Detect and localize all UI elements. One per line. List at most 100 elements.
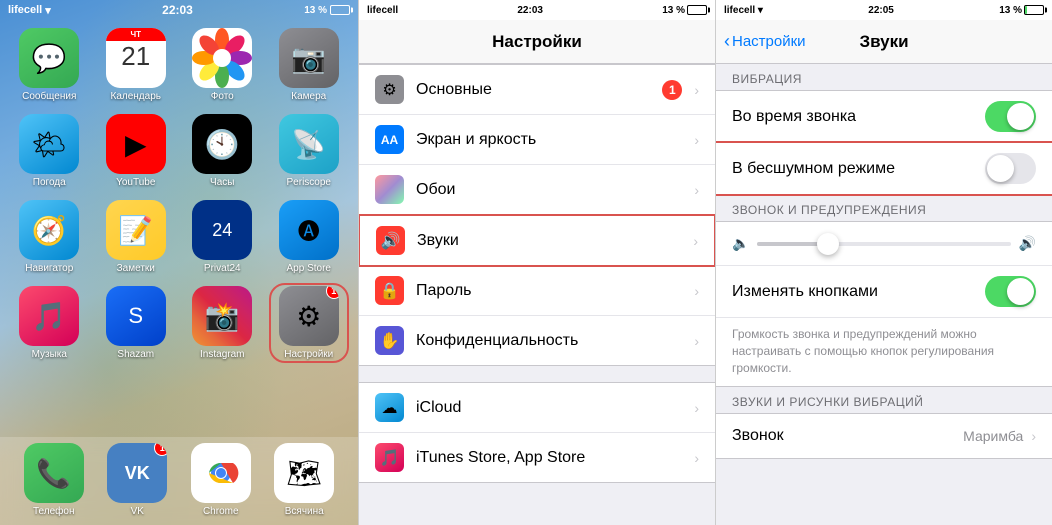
photos-icon	[192, 28, 252, 88]
password-icon: 🔒	[375, 276, 404, 305]
status-right: 13 %	[304, 5, 350, 16]
messages-icon: 💬	[19, 28, 79, 88]
app-youtube[interactable]: ▶ YouTube	[99, 114, 174, 188]
battery-text: 13 %	[304, 5, 327, 16]
navigator-label: Навигатор	[25, 263, 73, 274]
app-navigator[interactable]: 🧭 Навигатор	[12, 200, 87, 274]
weather-icon: 🌤	[19, 114, 79, 174]
phone-label: Телефон	[33, 506, 74, 517]
app-periscope[interactable]: 📡 Periscope	[272, 114, 347, 188]
icloud-chevron: ›	[694, 400, 699, 416]
status-left: lifecell ▾	[8, 4, 51, 17]
zvonok-label: Звонок	[732, 427, 963, 445]
appstore-icon: 🅐	[279, 200, 339, 260]
change-with-buttons-info: Громкость звонка и предупреждений можно …	[716, 318, 1052, 386]
app-appstore[interactable]: 🅐 App Store	[272, 200, 347, 274]
app-shazam[interactable]: S Shazam	[99, 286, 174, 360]
dock: 📞 Телефон VK 1 VK Chrome	[0, 437, 358, 525]
vibration-silent-toggle[interactable]	[985, 153, 1036, 184]
calendar-icon: ЧТ 21	[106, 28, 166, 88]
vibration-silent-row[interactable]: В бесшумном режиме	[716, 143, 1052, 194]
s3-carrier: lifecell ▾	[724, 5, 763, 16]
app-privat[interactable]: 24 Privat24	[185, 200, 260, 274]
settings-screen: lifecell 22:03 13 % Настройки ⚙ Основные…	[358, 0, 716, 525]
appstore-label: App Store	[287, 263, 331, 274]
settings-badge: 1	[326, 286, 339, 299]
osnov-icon: ⚙	[375, 75, 404, 104]
itunes-label: iTunes Store, App Store	[416, 449, 690, 467]
app-messages[interactable]: 💬 Сообщения	[12, 28, 87, 102]
home-screen: lifecell ▾ 22:03 13 % 💬 Сообщения ЧТ 21 …	[0, 0, 358, 525]
s3-battery-icon	[1024, 5, 1044, 15]
change-with-buttons-toggle[interactable]	[985, 276, 1036, 307]
volume-slider-thumb[interactable]	[817, 233, 839, 255]
itunes-chevron: ›	[694, 450, 699, 466]
settings-row-osnov[interactable]: ⚙ Основные 1 ›	[359, 65, 715, 115]
sounds-section: Звонок Маримба ›	[716, 413, 1052, 459]
privat-label: Privat24	[204, 263, 241, 274]
music-label: Музыка	[32, 349, 67, 360]
battery-icon	[330, 5, 350, 15]
zvonok-chevron: ›	[1031, 428, 1036, 444]
app-weather[interactable]: 🌤 Погода	[12, 114, 87, 188]
screen-chevron: ›	[694, 132, 699, 148]
maps-label: Всячина	[285, 506, 324, 517]
osnov-badge: 1	[662, 80, 682, 100]
clock-icon: 🕙	[192, 114, 252, 174]
vibration-during-call-row[interactable]: Во время звонка	[716, 91, 1052, 143]
settings-row-itunes[interactable]: 🎵 iTunes Store, App Store ›	[359, 433, 715, 482]
s2-carrier: lifecell	[367, 5, 398, 16]
app-calendar[interactable]: ЧТ 21 Календарь	[99, 28, 174, 102]
cal-day: 21	[121, 41, 150, 69]
volume-slider-row[interactable]: 🔈 🔊	[716, 222, 1052, 266]
settings-section-2: ☁ iCloud › 🎵 iTunes Store, App Store ›	[359, 382, 715, 483]
wallpaper-icon	[375, 175, 404, 204]
vibration-during-call-label: Во время звонка	[732, 108, 985, 126]
status-bar-home: lifecell ▾ 22:03 13 %	[0, 0, 358, 20]
dock-chrome[interactable]: Chrome	[191, 443, 251, 517]
dock-maps[interactable]: 🗺 Всячина	[274, 443, 334, 517]
time-display: 22:03	[162, 3, 193, 17]
app-music[interactable]: 🎵 Музыка	[12, 286, 87, 360]
app-camera[interactable]: 📷 Камера	[272, 28, 347, 102]
settings-row-screen[interactable]: AA Экран и яркость ›	[359, 115, 715, 165]
ringtone-section: 🔈 🔊 Изменять кнопками Громкость звонка и…	[716, 221, 1052, 387]
status-bar-settings: lifecell 22:03 13 %	[359, 0, 715, 20]
back-label: Настройки	[732, 33, 806, 50]
zvuki-label: Звуки	[417, 232, 689, 250]
privat-icon: 24	[192, 200, 252, 260]
notes-label: Заметки	[117, 263, 155, 274]
volume-max-icon: 🔊	[1019, 235, 1036, 252]
ringtone-header: ЗВОНОК И ПРЕДУПРЕЖДЕНИЯ	[716, 195, 1052, 221]
dock-vk[interactable]: VK 1 VK	[107, 443, 167, 517]
settings-row-password[interactable]: 🔒 Пароль ›	[359, 266, 715, 316]
app-instagram[interactable]: 📸 Instagram	[185, 286, 260, 360]
s2-battery-icon	[687, 5, 707, 15]
change-with-buttons-row[interactable]: Изменять кнопками	[716, 266, 1052, 318]
settings-row-wallpaper[interactable]: Обои ›	[359, 165, 715, 215]
periscope-icon: 📡	[279, 114, 339, 174]
app-notes[interactable]: 📝 Заметки	[99, 200, 174, 274]
dock-phone[interactable]: 📞 Телефон	[24, 443, 84, 517]
vibration-during-call-toggle[interactable]	[985, 101, 1036, 132]
icloud-label: iCloud	[416, 399, 690, 417]
wallpaper-label: Обои	[416, 181, 690, 199]
app-settings[interactable]: ⚙ 1 Настройки	[272, 286, 347, 360]
app-photos[interactable]: Фото	[185, 28, 260, 102]
settings-row-privacy[interactable]: ✋ Конфиденциальность ›	[359, 316, 715, 365]
vk-icon: VK 1	[107, 443, 167, 503]
zvonok-row[interactable]: Звонок Маримба ›	[716, 414, 1052, 458]
vibration-silent-label: В бесшумном режиме	[732, 160, 985, 178]
periscope-label: Periscope	[287, 177, 331, 188]
volume-slider-track[interactable]	[757, 242, 1010, 246]
zvuki-chevron: ›	[693, 233, 698, 249]
settings-nav-title: Настройки	[492, 32, 582, 52]
settings-row-zvuki[interactable]: 🔊 Звуки ›	[358, 214, 716, 267]
app-clock[interactable]: 🕙 Часы	[185, 114, 260, 188]
back-chevron-icon: ‹	[724, 31, 730, 52]
cal-header: ЧТ	[106, 28, 166, 41]
s2-time: 22:03	[517, 5, 543, 16]
shazam-label: Shazam	[117, 349, 154, 360]
settings-row-icloud[interactable]: ☁ iCloud ›	[359, 383, 715, 433]
back-button[interactable]: ‹ Настройки	[724, 31, 806, 52]
